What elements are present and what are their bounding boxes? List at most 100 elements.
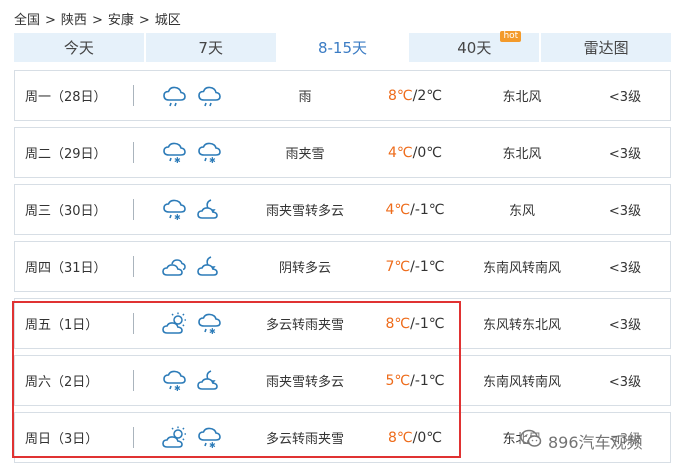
low-temp: -1℃ — [414, 201, 445, 218]
high-temp: 8℃ — [388, 87, 413, 104]
svg-text:✱: ✱ — [174, 156, 181, 165]
high-temp: 7℃ — [385, 258, 411, 275]
watermark-text: 896汽车观频 — [548, 433, 643, 452]
tab-label: 雷达图 — [583, 39, 629, 57]
hot-badge: hot — [500, 31, 522, 42]
low-temp: -1℃ — [414, 258, 445, 275]
wind-level: <3级 — [608, 318, 642, 333]
weather-icons: ✱ — [161, 413, 223, 462]
low-temp: 0℃ — [417, 429, 442, 446]
svg-text:✱: ✱ — [174, 213, 181, 222]
low-temp: -1℃ — [414, 372, 445, 389]
weather-description: 雨夹雪转多云 — [265, 204, 344, 219]
watermark: 896汽车观频 — [520, 428, 670, 454]
sun-cloud-icon — [161, 311, 188, 336]
low-temp: -1℃ — [414, 315, 445, 332]
weather-description: 雨 — [298, 90, 312, 105]
high-temp: 8℃ — [388, 429, 413, 446]
temperature-range: 8℃ / -1℃ — [375, 299, 455, 348]
breadcrumb-separator: > — [45, 13, 56, 28]
wind-level: <3级 — [608, 204, 642, 219]
tab-7-days[interactable]: 7天 — [146, 33, 278, 62]
breadcrumb-item-country[interactable]: 全国 — [14, 13, 40, 28]
wind-level: <3级 — [608, 261, 642, 276]
wind-direction: 东风 — [508, 204, 535, 219]
svg-text:✱: ✱ — [174, 384, 181, 393]
wechat-icon — [520, 429, 542, 453]
svg-text:✱: ✱ — [209, 327, 216, 336]
tab-40-days[interactable]: 40天 hot — [409, 31, 542, 62]
wind-direction: 东北风 — [502, 147, 542, 162]
moon-cloud-icon — [196, 368, 223, 393]
weather-icons — [161, 242, 223, 291]
sun-cloud-icon — [161, 425, 188, 450]
column-divider — [133, 370, 134, 391]
tab-label: 8-15天 — [317, 39, 368, 57]
column-divider — [133, 142, 134, 163]
tab-radar[interactable]: 雷达图 — [541, 33, 671, 62]
wind-level: <3级 — [608, 147, 642, 162]
temperature-range: 4℃ / -1℃ — [375, 185, 455, 234]
sleet-cloud-icon: ✱ — [196, 311, 223, 336]
low-temp: 0℃ — [417, 144, 442, 161]
column-divider — [133, 199, 134, 220]
moon-cloud-icon — [196, 197, 223, 222]
breadcrumb-item-district: 城区 — [154, 13, 181, 28]
weather-icons — [161, 71, 223, 120]
moon-cloud-icon — [196, 254, 223, 279]
forecast-row: 周二（29日） ✱ ✱ 雨夹雪 4℃/0℃ 东北风 <3级 — [14, 127, 671, 178]
svg-text:✱: ✱ — [209, 156, 216, 165]
breadcrumb: 全国 > 陕西 > 安康 > 城区 — [14, 9, 181, 28]
tab-label: 40天 — [457, 39, 492, 57]
sleet-cloud-icon: ✱ — [196, 140, 223, 165]
column-divider — [133, 85, 134, 106]
day-label: 周四（31日） — [25, 261, 107, 276]
breadcrumb-separator: > — [91, 13, 103, 28]
rain-cloud-icon — [161, 83, 188, 108]
wind-level: <3级 — [608, 375, 642, 390]
breadcrumb-separator: > — [138, 13, 150, 28]
sleet-cloud-icon: ✱ — [161, 140, 188, 165]
breadcrumb-item-city[interactable]: 安康 — [108, 13, 134, 28]
weather-icons: ✱ — [161, 356, 223, 405]
overcast-cloud-icon — [161, 254, 188, 279]
tab-today[interactable]: 今天 — [14, 33, 146, 62]
high-temp: 8℃ — [385, 315, 411, 332]
sleet-cloud-icon: ✱ — [196, 425, 223, 450]
day-label: 周二（29日） — [25, 147, 107, 162]
weather-description: 多云转雨夹雪 — [265, 318, 344, 333]
forecast-row: 周六（2日） ✱ 雨夹雪转多云 5℃ / -1℃ 东南风转南风 <3级 — [14, 355, 671, 406]
forecast-row: 周三（30日） ✱ 雨夹雪转多云 4℃ / -1℃ 东风 <3级 — [14, 184, 671, 235]
high-temp: 4℃ — [385, 201, 411, 218]
day-label: 周日（3日） — [25, 432, 99, 447]
weather-description: 阴转多云 — [278, 261, 331, 276]
weather-icons: ✱ — [161, 299, 223, 348]
temperature-range: 7℃ / -1℃ — [375, 242, 455, 291]
temperature-range: 4℃/0℃ — [375, 128, 455, 177]
temperature-range: 8℃/0℃ — [375, 413, 455, 462]
column-divider — [133, 427, 134, 448]
tab-8-15-days[interactable]: 8-15天 — [277, 33, 410, 62]
temperature-range: 5℃ / -1℃ — [375, 356, 455, 405]
sleet-cloud-icon: ✱ — [161, 368, 188, 393]
weather-description: 雨夹雪转多云 — [265, 375, 344, 390]
wind-level: <3级 — [608, 90, 642, 105]
low-temp: 2℃ — [417, 87, 442, 104]
breadcrumb-item-province[interactable]: 陕西 — [61, 13, 87, 28]
column-divider — [133, 313, 134, 334]
tab-label: 今天 — [63, 39, 94, 57]
high-temp: 5℃ — [385, 372, 411, 389]
wind-direction: 东风转东北风 — [482, 318, 561, 333]
wind-direction: 东南风转南风 — [482, 261, 561, 276]
weather-icons: ✱ ✱ — [161, 128, 223, 177]
weather-icons: ✱ — [161, 185, 223, 234]
rain-cloud-icon — [196, 83, 223, 108]
high-temp: 4℃ — [388, 144, 413, 161]
weather-description: 多云转雨夹雪 — [265, 432, 344, 447]
sleet-cloud-icon: ✱ — [161, 197, 188, 222]
wind-direction: 东南风转南风 — [482, 375, 561, 390]
wind-direction: 东北风 — [502, 90, 542, 105]
forecast-row: 周五（1日） ✱ 多云转雨夹雪 8℃ / -1℃ 东风转东北风 <3级 — [14, 298, 671, 349]
temperature-range: 8℃/2℃ — [375, 71, 455, 120]
weather-description: 雨夹雪 — [285, 147, 325, 162]
